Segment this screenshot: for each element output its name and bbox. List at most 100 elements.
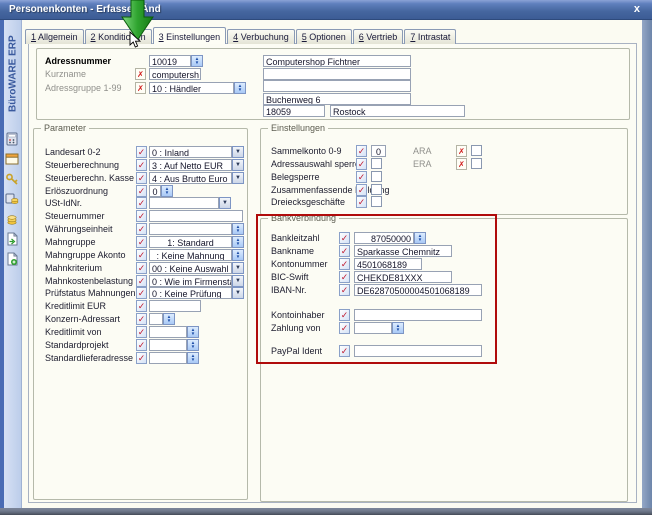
mahnkostenbelastung-dropdown-button[interactable]: ▼	[232, 275, 244, 287]
document-add-icon[interactable]	[5, 252, 19, 266]
prüfstatus-mahnungen-check-icon[interactable]: ✓	[136, 287, 147, 299]
adressgruppe-clear-icon[interactable]: ✗	[135, 82, 146, 94]
dreiecksgeschäfte-checkbox[interactable]	[371, 196, 382, 207]
standardprojekt-spin-button[interactable]: ▲▼	[187, 339, 199, 351]
adressnummer-field[interactable]: 10019	[149, 55, 191, 67]
mahngruppe-spin-button[interactable]: ▲▼	[232, 236, 244, 248]
kreditlimit-von-check-icon[interactable]: ✓	[136, 326, 147, 338]
erlöszuordnung-spin-button[interactable]: ▲▼	[161, 185, 173, 197]
name3-field[interactable]	[263, 80, 411, 92]
zusammenfassende-meldung-checkbox[interactable]	[371, 184, 382, 195]
tab-intrastat[interactable]: 7 Intrastat	[404, 29, 456, 44]
adressnummer-spin-button[interactable]: ▲▼	[191, 55, 203, 67]
steuerberechnung-check-icon[interactable]: ✓	[136, 159, 147, 171]
title-bar: Personenkonten - Erfassen/Änd x	[0, 0, 652, 20]
parameter-groupbox-title: Parameter	[41, 123, 89, 134]
standardlieferadresse-spin-button[interactable]: ▲▼	[187, 352, 199, 364]
konzern-adressart-field[interactable]	[149, 313, 163, 325]
währungseinheit-spin-button[interactable]: ▲▼	[232, 223, 244, 235]
erlöszuordnung-check-icon[interactable]: ✓	[136, 185, 147, 197]
mahngruppe-akonto-spin-button[interactable]: ▲▼	[232, 249, 244, 261]
prüfstatus-mahnungen-field[interactable]: 0 : Keine Prüfung	[149, 287, 232, 299]
ara-clear-icon[interactable]: ✗	[456, 145, 467, 157]
kreditlimit-von-spin-button[interactable]: ▲▼	[187, 326, 199, 338]
konzern-adressart-check-icon[interactable]: ✓	[136, 313, 147, 325]
steuerberechnung-field[interactable]: 3 : Auf Netto EUR	[149, 159, 232, 171]
konzern-adressart-spin-button[interactable]: ▲▼	[163, 313, 175, 325]
kurzname-clear-icon[interactable]: ✗	[135, 68, 146, 80]
standardprojekt-field[interactable]	[149, 339, 187, 351]
name2-field[interactable]	[263, 68, 411, 80]
standardprojekt-check-icon[interactable]: ✓	[136, 339, 147, 351]
steuerberechn-kasse-field[interactable]: 4 : Aus Brutto Euro	[149, 172, 232, 184]
steuerberechnung-dropdown-button[interactable]: ▼	[232, 159, 244, 171]
prüfstatus-mahnungen-dropdown-button[interactable]: ▼	[232, 287, 244, 299]
payment-terminal-icon[interactable]	[5, 192, 19, 206]
name1-field[interactable]: Computershop Fichtner	[263, 55, 411, 67]
ara-checkbox[interactable]	[471, 145, 482, 156]
mahngruppe-check-icon[interactable]: ✓	[136, 236, 147, 248]
key-icon[interactable]	[5, 172, 19, 186]
sammelkonto-0-9-field[interactable]: 0	[371, 145, 386, 157]
calculator-icon[interactable]	[5, 132, 19, 146]
kreditlimit-eur-field[interactable]	[149, 300, 201, 312]
standardprojekt-label: Standardprojekt	[45, 340, 109, 351]
ust-idnr-check-icon[interactable]: ✓	[136, 197, 147, 209]
mahnkostenbelastung-check-icon[interactable]: ✓	[136, 275, 147, 287]
ara-label: ARA	[413, 146, 432, 157]
adressgruppe-spin-button[interactable]: ▲▼	[234, 82, 246, 94]
adressauswahl-sperren-checkbox[interactable]	[371, 158, 382, 169]
tab-optionen[interactable]: 5 Optionen	[296, 29, 352, 44]
landesart-0-2-check-icon[interactable]: ✓	[136, 146, 147, 158]
steuerberechn-kasse-dropdown-button[interactable]: ▼	[232, 172, 244, 184]
kurzname-field[interactable]: computersh	[149, 68, 201, 80]
tab-einstellungen[interactable]: 3 Einstellungen	[153, 27, 227, 44]
steuerberechn-kasse-label: Steuerberechn. Kasse	[45, 173, 134, 184]
steuerberechnung-label: Steuerberechnung	[45, 160, 119, 171]
era-clear-icon[interactable]: ✗	[456, 158, 467, 170]
mahnkriterium-dropdown-button[interactable]: ▼	[232, 262, 244, 274]
kreditlimit-von-label: Kreditlimit von	[45, 327, 102, 338]
dreiecksgeschäfte-check-icon[interactable]: ✓	[356, 196, 367, 208]
zusammenfassende-meldung-check-icon[interactable]: ✓	[356, 184, 367, 196]
belegsperre-check-icon[interactable]: ✓	[356, 171, 367, 183]
sammelkonto-0-9-check-icon[interactable]: ✓	[356, 145, 367, 157]
mahnkriterium-field[interactable]: 00 : Keine Auswahl	[149, 262, 232, 274]
mahnkriterium-check-icon[interactable]: ✓	[136, 262, 147, 274]
mahngruppe-field[interactable]: 1: Standard	[149, 236, 232, 248]
mahngruppe-akonto-check-icon[interactable]: ✓	[136, 249, 147, 261]
standardlieferadresse-field[interactable]	[149, 352, 187, 364]
coins-icon[interactable]	[5, 212, 19, 226]
mahnkostenbelastung-field[interactable]: 0 : Wie im Firmenstamm eing	[149, 275, 232, 287]
währungseinheit-check-icon[interactable]: ✓	[136, 223, 147, 235]
tab-verbuchung[interactable]: 4 Verbuchung	[227, 29, 295, 44]
tab-vertrieb[interactable]: 6 Vertrieb	[353, 29, 404, 44]
ust-idnr-field[interactable]	[149, 197, 219, 209]
landesart-0-2-field[interactable]: 0 : Inland	[149, 146, 232, 158]
standardlieferadresse-check-icon[interactable]: ✓	[136, 352, 147, 364]
steuernummer-check-icon[interactable]: ✓	[136, 210, 147, 222]
ust-idnr-dropdown-button[interactable]: ▼	[219, 197, 231, 209]
red-highlight-box	[256, 214, 497, 364]
plz-field[interactable]: 18059	[263, 105, 325, 117]
form-window-icon[interactable]	[5, 152, 19, 166]
steuernummer-field[interactable]	[149, 210, 243, 222]
era-checkbox[interactable]	[471, 158, 482, 169]
steuerberechn-kasse-check-icon[interactable]: ✓	[136, 172, 147, 184]
belegsperre-checkbox[interactable]	[371, 171, 382, 182]
mahngruppe-akonto-field[interactable]: : Keine Mahnung	[149, 249, 232, 261]
close-icon[interactable]: x	[634, 3, 640, 15]
ort-field[interactable]: Rostock	[330, 105, 465, 117]
landesart-0-2-dropdown-button[interactable]: ▼	[232, 146, 244, 158]
tab-allgemein[interactable]: 1 Allgemein	[25, 29, 84, 44]
kreditlimit-von-field[interactable]	[149, 326, 187, 338]
adressgruppe-field[interactable]: 10 : Händler	[149, 82, 234, 94]
adressauswahl-sperren-check-icon[interactable]: ✓	[356, 158, 367, 170]
strasse-field[interactable]: Buchenweg 6	[263, 93, 411, 105]
document-export-icon[interactable]	[5, 232, 19, 246]
währungseinheit-field[interactable]	[149, 223, 232, 235]
kreditlimit-eur-check-icon[interactable]: ✓	[136, 300, 147, 312]
brand-label: BüroWARE ERP	[4, 22, 22, 126]
tab-number: 6	[359, 32, 364, 42]
erlöszuordnung-field[interactable]: 0	[149, 185, 161, 197]
